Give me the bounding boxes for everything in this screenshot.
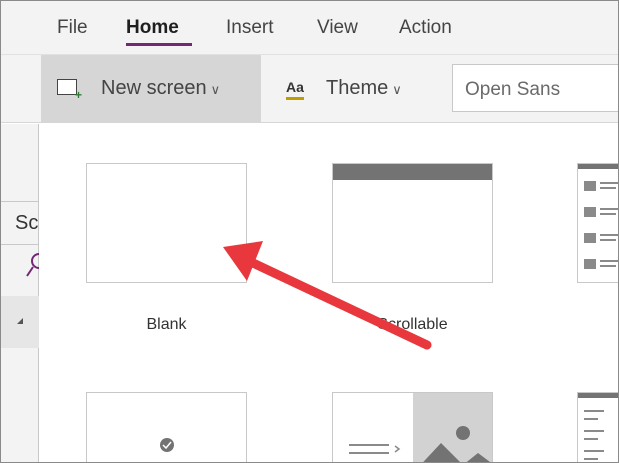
list-row-icon	[584, 178, 618, 198]
theme-icon-underline	[286, 97, 304, 100]
scrollable-header-bar	[333, 164, 492, 180]
plus-icon: +	[75, 88, 83, 102]
list-row-icon	[584, 256, 618, 276]
form-layout-thumbnail[interactable]	[86, 392, 247, 462]
blank-layout-thumbnail[interactable]	[86, 163, 247, 283]
theme-icon: Aa	[286, 79, 304, 95]
menu-bar: File Home Insert View Action	[1, 1, 618, 55]
menu-view[interactable]: View	[317, 17, 358, 39]
list-header-bar	[578, 393, 618, 398]
menu-insert[interactable]: Insert	[226, 17, 274, 39]
tree-view-pane: Sc	[1, 124, 39, 462]
menu-file[interactable]: File	[57, 17, 88, 39]
active-tab-underline	[126, 43, 192, 46]
app-window: File Home Insert View Action + New scree…	[0, 0, 619, 463]
menu-action[interactable]: Action	[399, 17, 452, 39]
layout-label-scrollable: Scrollable	[377, 316, 448, 333]
new-screen-button[interactable]: + New screen ∨	[41, 55, 261, 123]
pane-title-partial: Sc	[15, 212, 39, 234]
image-placeholder-icon	[349, 393, 492, 462]
search-icon[interactable]	[25, 252, 39, 280]
new-screen-layout-gallery: Blank Scrollable	[40, 124, 618, 462]
scrollable-layout-thumbnail[interactable]	[332, 163, 493, 283]
font-family-value: Open Sans	[465, 79, 561, 100]
expand-triangle-icon[interactable]	[17, 318, 23, 324]
layout-label-blank: Blank	[146, 316, 187, 333]
ribbon-toolbar: + New screen ∨ Aa Theme ∨ Open Sans	[1, 55, 618, 123]
font-family-dropdown[interactable]: Open Sans	[452, 64, 618, 112]
menu-home[interactable]: Home	[126, 17, 179, 39]
list-lines-icon	[584, 410, 604, 460]
split-image-layout-thumbnail[interactable]	[332, 392, 493, 462]
list-row-icon	[584, 230, 618, 250]
chevron-down-icon: ∨	[210, 82, 221, 97]
list-layout-thumbnail[interactable]	[577, 163, 618, 283]
person-icon	[160, 438, 174, 452]
chevron-down-icon: ∨	[392, 82, 402, 97]
list-header-bar	[578, 164, 618, 169]
divider	[1, 201, 39, 202]
new-screen-label: New screen ∨	[101, 77, 221, 99]
divider	[1, 244, 39, 245]
list-layout-thumbnail-2[interactable]	[577, 392, 618, 462]
new-screen-icon	[57, 79, 77, 95]
list-row-icon	[584, 204, 618, 224]
tree-item-screen[interactable]	[1, 296, 39, 348]
theme-button[interactable]: Theme ∨	[326, 77, 402, 100]
